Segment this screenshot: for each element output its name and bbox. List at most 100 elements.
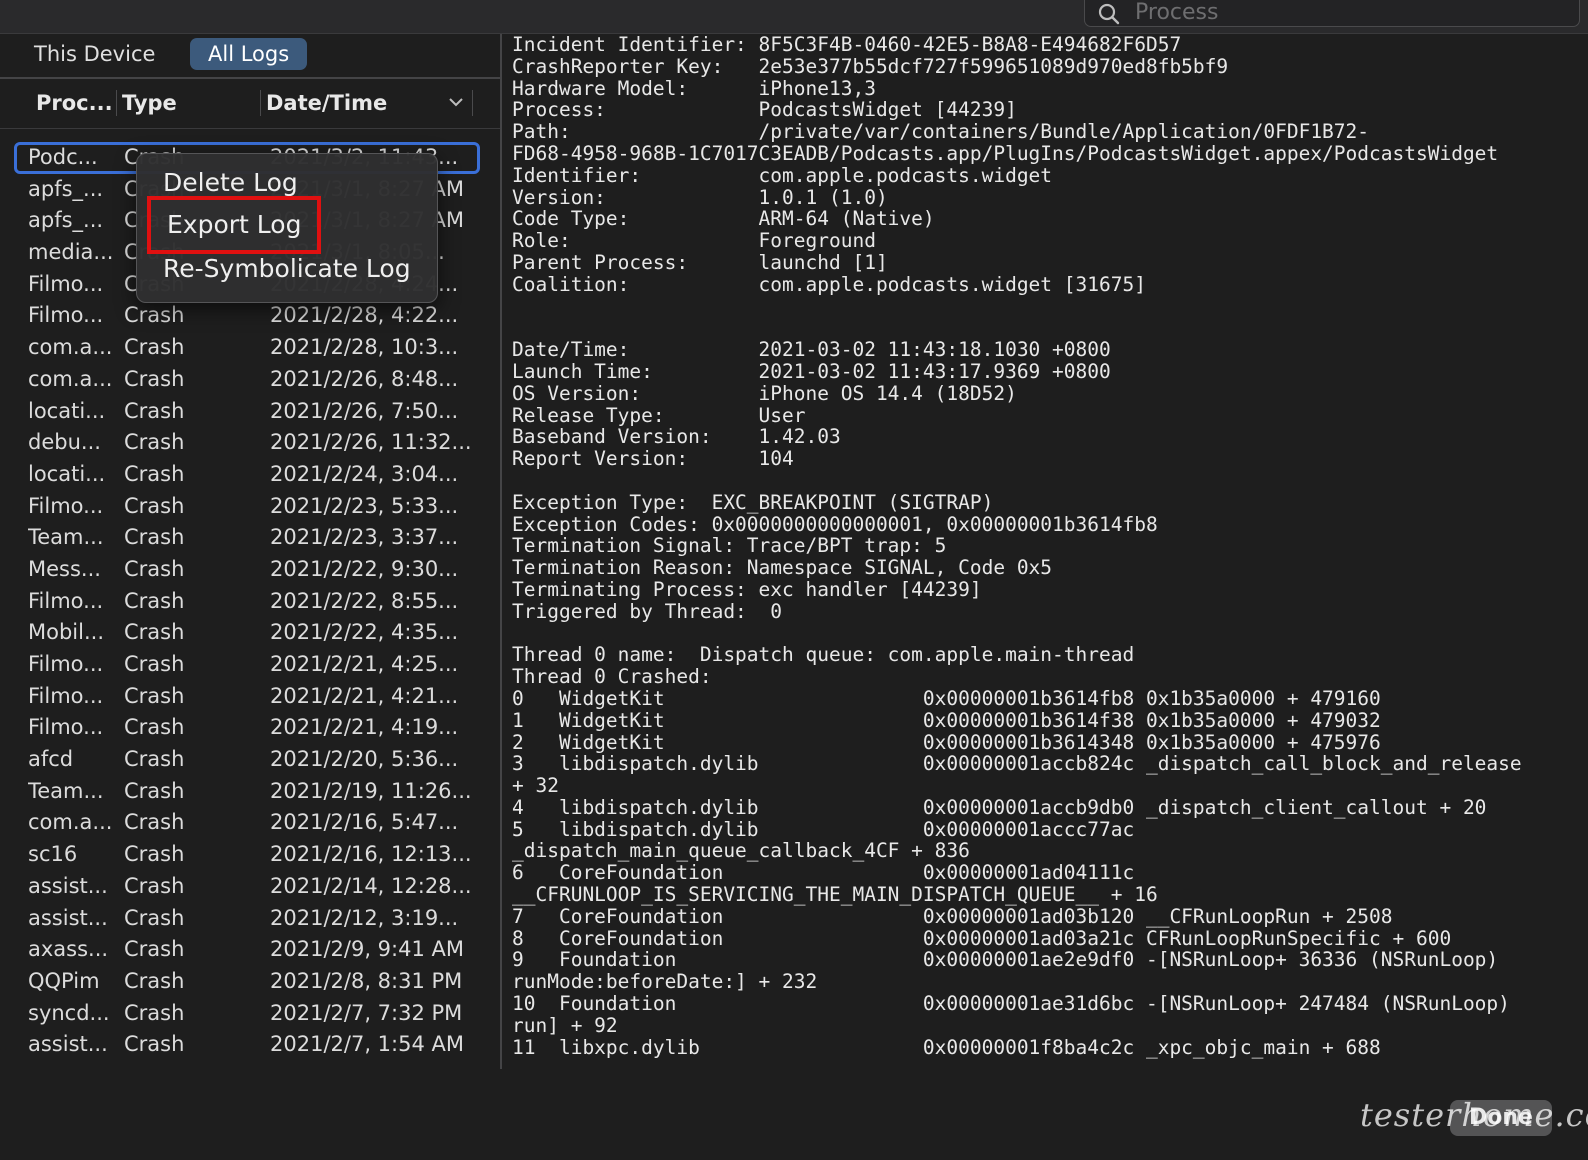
cell-date: 2021/2/7, 7:32 PM xyxy=(270,1000,463,1025)
cell-date: 2021/2/23, 3:37... xyxy=(270,525,459,550)
cell-date: 2021/2/16, 12:13... xyxy=(270,842,472,867)
column-divider[interactable] xyxy=(116,90,117,116)
table-row[interactable]: com.a... Crash 2021/2/26, 8:48... xyxy=(0,364,500,396)
search-icon xyxy=(1098,3,1120,25)
cell-type: Crash xyxy=(124,747,185,772)
crash-log-text[interactable]: Incident Identifier: 8F5C3F4B-0460-42E5-… xyxy=(512,34,1582,1058)
column-divider[interactable] xyxy=(472,90,473,116)
cell-date: 2021/2/21, 4:21... xyxy=(270,683,459,708)
column-header-date[interactable]: Date/Time xyxy=(266,86,387,120)
menu-item-delete-log[interactable]: Delete Log xyxy=(163,168,298,197)
cell-date: 2021/2/28, 4:22... xyxy=(270,303,459,328)
cell-date: 2021/2/23, 5:33... xyxy=(270,493,459,518)
cell-process: syncd... xyxy=(28,1000,110,1025)
table-row[interactable]: axass... Crash 2021/2/9, 9:41 AM xyxy=(0,934,500,966)
cell-type: Crash xyxy=(124,1000,185,1025)
cell-type: Crash xyxy=(124,810,185,835)
cell-type: Crash xyxy=(124,525,185,550)
cell-type: Crash xyxy=(124,683,185,708)
cell-type: Crash xyxy=(124,937,185,962)
cell-process: Mobil... xyxy=(28,620,104,645)
cell-date: 2021/2/12, 3:19... xyxy=(270,905,459,930)
table-row[interactable]: assist... Crash 2021/2/7, 1:54 AM xyxy=(0,1029,500,1061)
cell-date: 2021/2/9, 9:41 AM xyxy=(270,937,464,962)
cell-date: 2021/2/14, 12:28... xyxy=(270,873,472,898)
table-row[interactable]: Filmo... Crash 2021/2/21, 4:25... xyxy=(0,649,500,681)
cell-date: 2021/2/19, 11:26... xyxy=(270,778,472,803)
cell-type: Crash xyxy=(124,398,185,423)
table-row[interactable]: locati... Crash 2021/2/24, 3:04... xyxy=(0,459,500,491)
cell-type: Crash xyxy=(124,556,185,581)
cell-type: Crash xyxy=(124,461,185,486)
table-row[interactable]: syncd... Crash 2021/2/7, 7:32 PM xyxy=(0,998,500,1030)
cell-type: Crash xyxy=(124,778,185,803)
table-row[interactable]: sc16 Crash 2021/2/16, 12:13... xyxy=(0,839,500,871)
cell-type: Crash xyxy=(124,905,185,930)
search-input[interactable] xyxy=(1135,0,1555,24)
cell-type: Crash xyxy=(124,968,185,993)
table-row[interactable]: Filmo... Crash 2021/2/23, 5:33... xyxy=(0,491,500,523)
table-row[interactable]: debu... Crash 2021/2/26, 11:32... xyxy=(0,427,500,459)
table-row[interactable]: Mess... Crash 2021/2/22, 9:30... xyxy=(0,554,500,586)
cell-process: afcd xyxy=(28,747,74,772)
cell-process: apfs_... xyxy=(28,176,104,201)
log-detail-pane: Incident Identifier: 8F5C3F4B-0460-42E5-… xyxy=(512,34,1582,1064)
cell-date: 2021/2/16, 5:47... xyxy=(270,810,459,835)
table-row[interactable]: Team... Crash 2021/2/23, 3:37... xyxy=(0,522,500,554)
table-row[interactable]: Filmo... Crash 2021/2/21, 4:19... xyxy=(0,712,500,744)
cell-type: Crash xyxy=(124,303,185,328)
cell-process: Filmo... xyxy=(28,683,104,708)
cell-type: Crash xyxy=(124,873,185,898)
table-row[interactable]: Team... Crash 2021/2/19, 11:26... xyxy=(0,776,500,808)
cell-process: Team... xyxy=(28,778,104,803)
table-row[interactable]: afcd Crash 2021/2/20, 5:36... xyxy=(0,744,500,776)
header-divider xyxy=(0,128,500,129)
cell-process: Filmo... xyxy=(28,303,104,328)
cell-process: com.a... xyxy=(28,335,112,360)
cell-date: 2021/2/21, 4:25... xyxy=(270,652,459,676)
table-row[interactable]: Filmo... Crash 2021/2/22, 8:55... xyxy=(0,586,500,618)
cell-date: 2021/2/22, 4:35... xyxy=(270,620,459,645)
cell-date: 2021/2/26, 7:50... xyxy=(270,398,459,423)
cell-process: Filmo... xyxy=(28,271,104,296)
cell-type: Crash xyxy=(124,335,185,360)
table-row[interactable]: Filmo... Crash 2021/2/21, 4:21... xyxy=(0,681,500,713)
cell-type: Crash xyxy=(124,842,185,867)
cell-type: Crash xyxy=(124,366,185,391)
table-row[interactable]: assist... Crash 2021/2/14, 12:28... xyxy=(0,871,500,903)
cell-process: QQPim xyxy=(28,968,100,993)
table-row[interactable]: com.a... Crash 2021/2/16, 5:47... xyxy=(0,807,500,839)
pane-divider[interactable] xyxy=(500,34,502,1069)
table-row[interactable]: Filmo... Crash 2021/2/28, 4:22... xyxy=(0,300,500,332)
segment-all-logs[interactable]: All Logs xyxy=(190,38,308,70)
menu-item-export-log[interactable]: Export Log xyxy=(147,196,322,254)
table-row[interactable]: locati... Crash 2021/2/26, 7:50... xyxy=(0,396,500,428)
column-divider[interactable] xyxy=(260,90,261,116)
table-row[interactable]: Mobil... Crash 2021/2/22, 4:35... xyxy=(0,617,500,649)
cell-date: 2021/2/24, 3:04... xyxy=(270,461,459,486)
cell-process: Mess... xyxy=(28,556,101,581)
cell-type: Crash xyxy=(124,620,185,645)
segment-this-device[interactable]: This Device xyxy=(16,38,173,70)
cell-process: media... xyxy=(28,240,112,265)
cell-process: com.a... xyxy=(28,366,112,391)
cell-type: Crash xyxy=(124,588,185,613)
cell-date: 2021/2/20, 5:36... xyxy=(270,747,459,772)
column-header-process[interactable]: Proc... xyxy=(36,86,113,120)
cell-process: locati... xyxy=(28,461,106,486)
cell-type: Crash xyxy=(124,430,185,455)
search-field[interactable] xyxy=(1084,0,1580,27)
table-row[interactable]: QQPim Crash 2021/2/8, 8:31 PM xyxy=(0,966,500,998)
chevron-down-icon[interactable] xyxy=(448,96,464,108)
menu-item-resymbolicate-log[interactable]: Re-Symbolicate Log xyxy=(163,254,411,283)
cell-process: debu... xyxy=(28,430,101,455)
table-row[interactable]: assist... Crash 2021/2/12, 3:19... xyxy=(0,903,500,935)
column-header-type[interactable]: Type xyxy=(122,86,177,120)
cell-process: Filmo... xyxy=(28,588,104,613)
cell-process: sc16 xyxy=(28,842,78,867)
cell-process: com.a... xyxy=(28,810,112,835)
cell-process: assist... xyxy=(28,873,108,898)
cell-date: 2021/2/28, 10:3... xyxy=(270,335,459,360)
cell-process: apfs_... xyxy=(28,208,104,233)
table-row[interactable]: com.a... Crash 2021/2/28, 10:3... xyxy=(0,332,500,364)
